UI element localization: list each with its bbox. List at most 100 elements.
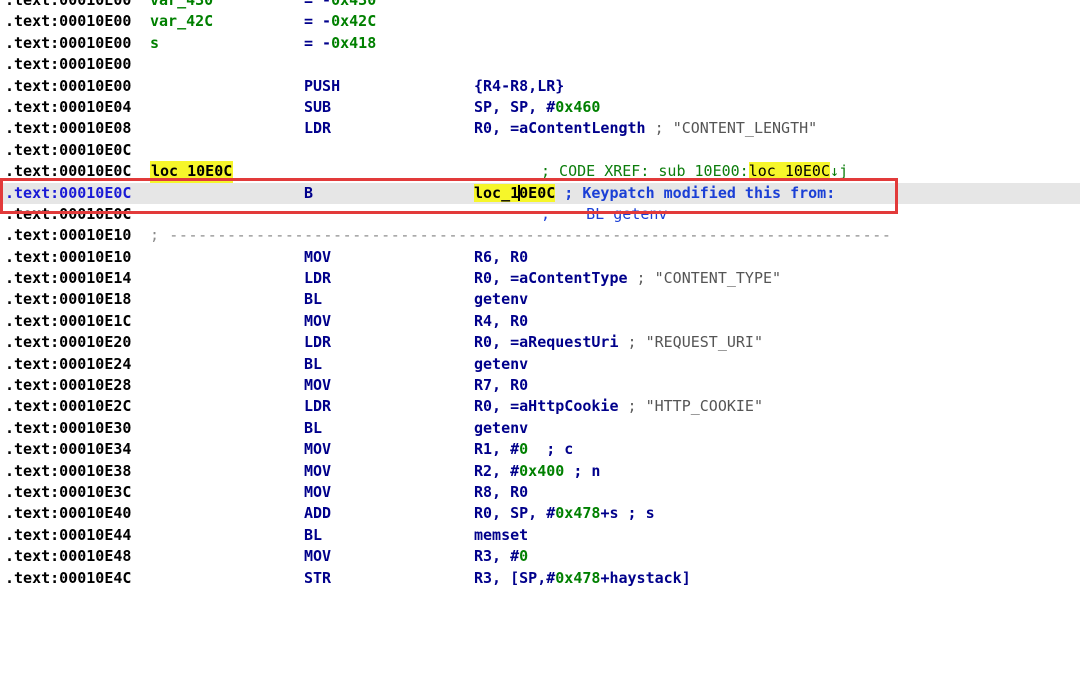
stack-var-offset: 0x42C: [331, 12, 377, 31]
comment-separator: ;: [618, 397, 646, 416]
line-address: .text:00010E3C: [5, 482, 132, 501]
listing-line[interactable]: .text:00010E00: [0, 54, 1080, 75]
string-comment: "CONTENT_LENGTH": [672, 119, 818, 138]
keypatch-original-comment: ; BL getenv: [541, 204, 668, 223]
keypatch-comment: ; Keypatch modified this from:: [555, 183, 836, 202]
instruction-operand[interactable]: R0, =aHttpCookie: [474, 397, 619, 415]
operand-symbol[interactable]: +s: [600, 504, 618, 522]
listing-line[interactable]: .text:00010E00 var_42C = -0x42C: [0, 11, 1080, 32]
instruction-operand: R1, #: [474, 440, 520, 459]
operand-immediate: 0: [519, 440, 529, 459]
call-target[interactable]: memset: [474, 525, 528, 546]
instruction-mnemonic: MOV: [304, 461, 332, 480]
branch-target-part: loc_1: [474, 183, 520, 202]
instruction-mnemonic: LDR: [304, 119, 332, 138]
stack-var-eq: = -: [304, 0, 332, 9]
listing-line[interactable]: .text:00010E00 var_430 = -0x430: [0, 0, 1080, 11]
instruction-mnemonic: B: [304, 183, 314, 202]
stack-var-name[interactable]: var_42C: [150, 11, 213, 32]
instruction-operand: R4, R0: [474, 311, 529, 330]
listing-line[interactable]: .text:00010E30 BL getenv: [0, 418, 1080, 439]
line-address: .text:00010E2C: [5, 397, 132, 416]
line-address: .text:00010E0C: [5, 183, 132, 202]
instruction-mnemonic: MOV: [304, 440, 332, 459]
line-address: .text:00010E14: [5, 269, 132, 288]
listing-line[interactable]: .text:00010E0C ; BL getenv: [0, 204, 1080, 225]
line-address: .text:00010E18: [5, 290, 132, 309]
operand-symbol[interactable]: +haystack]: [600, 569, 690, 587]
xref-prefix: ; CODE XREF: sub_10E00:: [541, 162, 749, 181]
listing-line[interactable]: .text:00010E18 BL getenv: [0, 289, 1080, 310]
listing-line[interactable]: .text:00010E0C: [0, 140, 1080, 161]
instruction-operand[interactable]: R0, =aRequestUri: [474, 333, 619, 351]
line-address: .text:00010E48: [5, 547, 132, 566]
stack-var-eq: = -: [304, 33, 332, 52]
listing-line[interactable]: .text:00010E00 PUSH {R4-R8,LR}: [0, 76, 1080, 97]
current-listing-line[interactable]: .text:00010E0C B loc_10E0C ; Keypatch mo…: [0, 182, 1080, 204]
instruction-mnemonic: MOV: [304, 482, 332, 501]
listing-line[interactable]: .text:00010E48 MOV R3, #0: [0, 546, 1080, 567]
string-comment: "CONTENT_TYPE": [654, 269, 782, 288]
listing-line[interactable]: .text:00010E34 MOV R1, #0 ; c: [0, 439, 1080, 460]
listing-line[interactable]: .text:00010E44 BL memset: [0, 525, 1080, 546]
stack-var-name[interactable]: var_430: [150, 0, 213, 11]
listing-line[interactable]: .text:00010E14 LDR R0, =aContentType ; "…: [0, 268, 1080, 289]
stack-var-offset: 0x418: [331, 33, 377, 52]
call-target[interactable]: getenv: [474, 418, 528, 439]
listing-line[interactable]: .text:00010E04 SUB SP, SP, #0x460: [0, 97, 1080, 118]
line-address: .text:00010E00: [5, 33, 132, 52]
instruction-operand: R8, R0: [474, 482, 529, 501]
disassembly-listing[interactable]: .text:00010E00 var_430 = -0x430 .text:00…: [0, 0, 1080, 589]
line-address: .text:00010E34: [5, 440, 132, 459]
line-address: .text:00010E0C: [5, 204, 132, 223]
line-address: .text:00010E04: [5, 97, 132, 116]
line-address: .text:00010E00: [5, 55, 132, 74]
instruction-mnemonic: PUSH: [304, 76, 341, 95]
stack-var-eq: = -: [304, 12, 332, 31]
listing-line[interactable]: .text:00010E28 MOV R7, R0: [0, 375, 1080, 396]
listing-line[interactable]: .text:00010E2C LDR R0, =aHttpCookie ; "H…: [0, 396, 1080, 417]
listing-line[interactable]: .text:00010E1C MOV R4, R0: [0, 311, 1080, 332]
listing-line[interactable]: .text:00010E10 MOV R6, R0: [0, 247, 1080, 268]
branch-target-label[interactable]: loc_10E0C: [474, 183, 556, 202]
instruction-mnemonic: BL: [304, 418, 323, 437]
instruction-mnemonic: MOV: [304, 247, 332, 266]
listing-line[interactable]: .text:00010E4C STR R3, [SP,#0x478+haysta…: [0, 568, 1080, 589]
function-separator: ; --------------------------------------…: [150, 226, 892, 245]
call-target[interactable]: getenv: [474, 354, 528, 375]
listing-line[interactable]: .text:00010E24 BL getenv: [0, 354, 1080, 375]
listing-line[interactable]: .text:00010E00 s = -0x418: [0, 33, 1080, 54]
instruction-operand[interactable]: R0, =aContentType: [474, 269, 628, 287]
listing-line[interactable]: .text:00010E40 ADD R0, SP, #0x478+s ; s: [0, 503, 1080, 524]
line-address: .text:00010E44: [5, 525, 132, 544]
instruction-mnemonic: LDR: [304, 333, 332, 352]
instruction-operand: R0, SP, #: [474, 504, 556, 523]
instruction-operand: {R4-R8,LR}: [474, 76, 565, 95]
listing-line[interactable]: .text:00010E38 MOV R2, #0x400 ; n: [0, 461, 1080, 482]
instruction-operand: R2, #: [474, 461, 520, 480]
listing-line[interactable]: .text:00010E08 LDR R0, =aContentLength ;…: [0, 118, 1080, 139]
listing-line[interactable]: .text:00010E3C MOV R8, R0: [0, 482, 1080, 503]
line-address: .text:00010E0C: [5, 140, 132, 159]
listing-line[interactable]: .text:00010E10 ; -----------------------…: [0, 225, 1080, 246]
stack-var-name[interactable]: s: [150, 33, 159, 54]
instruction-operand: R6, R0: [474, 247, 529, 266]
instruction-mnemonic: ADD: [304, 504, 332, 523]
instruction-mnemonic: LDR: [304, 269, 332, 288]
branch-target-part: 0E0C: [519, 183, 556, 202]
xref-label[interactable]: loc_10E0C: [748, 162, 830, 181]
instruction-operand[interactable]: R0, =aContentLength: [474, 119, 646, 137]
instruction-mnemonic: MOV: [304, 547, 332, 566]
line-address: .text:00010E20: [5, 333, 132, 352]
code-label[interactable]: loc_10E0C: [150, 161, 234, 183]
listing-line[interactable]: .text:00010E20 LDR R0, =aRequestUri ; "R…: [0, 332, 1080, 353]
comment-separator: ;: [627, 269, 655, 288]
operand-immediate: 0x460: [555, 97, 601, 116]
call-target[interactable]: getenv: [474, 289, 528, 310]
operand-immediate: 0: [519, 547, 529, 566]
line-address: .text:00010E00: [5, 12, 132, 31]
line-address: .text:00010E24: [5, 354, 132, 373]
comment-separator: ;: [645, 119, 673, 138]
instruction-operand: R7, R0: [474, 376, 529, 395]
listing-line[interactable]: .text:00010E0C loc_10E0C ; CODE XREF: su…: [0, 161, 1080, 183]
